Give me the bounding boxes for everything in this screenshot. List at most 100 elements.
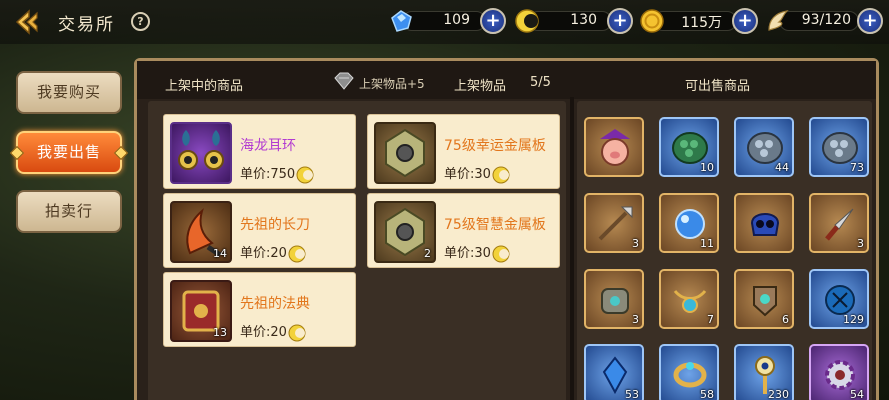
vip-diamond-icon: [334, 72, 354, 90]
codex-icon: 13: [170, 280, 232, 342]
listed-count-label: 上架物品: [454, 79, 507, 94]
sellable-slot[interactable]: 73: [809, 117, 869, 177]
item-quantity: 7: [707, 313, 714, 326]
listing-card[interactable]: 13 先祖的法典 单价:20: [163, 272, 356, 347]
item-quantity: 129: [843, 313, 864, 326]
price-value: 20: [270, 325, 287, 340]
sellable-items-title: 可出售商品: [685, 79, 751, 94]
blue-skull-icon: [750, 213, 780, 236]
long-blade-icon: 14: [170, 201, 232, 263]
resource-stamina: 93/120 +: [765, 8, 883, 34]
tab-auction[interactable]: 拍卖行: [16, 190, 122, 233]
listing-card[interactable]: 75级幸运金属板 单价:30: [367, 114, 560, 189]
resource-crescent: 130 +: [514, 8, 633, 34]
item-quantity: 3: [632, 237, 639, 250]
sellable-slot[interactable]: 3: [584, 269, 644, 329]
sellable-slot[interactable]: [584, 117, 644, 177]
item-quantity: 3: [632, 313, 639, 326]
item-quantity: 11: [700, 237, 714, 250]
add-stamina-button[interactable]: +: [857, 8, 883, 34]
sellable-slot[interactable]: 58: [659, 344, 719, 400]
listing-card[interactable]: 2 75级智慧金属板 单价:30: [367, 193, 560, 268]
sellable-slot[interactable]: 54: [809, 344, 869, 400]
item-quantity: 14: [213, 247, 227, 260]
metal-plate-icon: [374, 122, 436, 184]
add-gold-button[interactable]: +: [732, 8, 758, 34]
sellable-slot[interactable]: 7: [659, 269, 719, 329]
item-quantity: 3: [857, 237, 864, 250]
resource-value: 130: [570, 12, 597, 28]
resource-value: 93/120: [801, 12, 851, 28]
item-name: 先祖的长刀: [240, 217, 310, 233]
add-diamond-button[interactable]: +: [480, 8, 506, 34]
add-crescent-button[interactable]: +: [607, 8, 633, 34]
sellable-slot[interactable]: 11: [659, 193, 719, 253]
item-price: 单价:750: [240, 163, 314, 184]
item-price: 单价:20: [240, 321, 306, 342]
back-arrow-icon[interactable]: [12, 8, 40, 36]
sellable-slot[interactable]: 53: [584, 344, 644, 400]
crescent-coin-icon: [288, 324, 306, 341]
price-label: 单价:: [444, 167, 475, 182]
item-quantity: 54: [850, 388, 864, 400]
trade-panel: 上架中的商品 上架物品+5 上架物品 5/5 可出售商品 海龙耳环 单价:750: [134, 58, 879, 400]
price-value: 30: [474, 167, 491, 182]
item-quantity: 73: [850, 161, 864, 174]
panel-divider: [570, 97, 574, 400]
earring-icon: [170, 122, 232, 184]
item-name: 75级幸运金属板: [444, 138, 546, 154]
wing-icon: [768, 10, 789, 31]
sellable-slot[interactable]: 230: [734, 344, 794, 400]
sellable-slot[interactable]: 6: [734, 269, 794, 329]
item-name: 75级智慧金属板: [444, 217, 546, 233]
price-value: 30: [474, 246, 491, 261]
item-quantity: 10: [700, 161, 714, 174]
price-value: 20: [270, 246, 287, 261]
top-bar: 交易所 ? 109 + 130 + 115万 + 93/120 +: [0, 0, 889, 44]
help-icon[interactable]: ?: [131, 12, 150, 31]
listed-items-title: 上架中的商品: [165, 79, 244, 94]
item-name: 海龙耳环: [240, 138, 296, 154]
tab-sell[interactable]: 我要出售: [9, 131, 129, 174]
listing-card[interactable]: 14 先祖的长刀 单价:20: [163, 193, 356, 268]
crescent-coin-icon: [288, 245, 306, 262]
crescent-coin-icon: [515, 9, 539, 33]
listing-area: 海龙耳环 单价:750 75级幸运金属板 单价:30 14 先祖的长刀 单价:2…: [148, 101, 566, 400]
item-quantity: 13: [213, 326, 227, 339]
sellable-slot[interactable]: 129: [809, 269, 869, 329]
crescent-coin-icon: [492, 245, 510, 262]
tab-label: 拍卖行: [44, 202, 93, 220]
metal-plate-icon: 2: [374, 201, 436, 263]
resource-gold: 115万 +: [639, 8, 758, 34]
page-title: 交易所: [58, 15, 115, 35]
vip-bonus-label: 上架物品+5: [359, 77, 425, 91]
panel-header: [137, 61, 876, 99]
pig-hat-icon: [600, 129, 630, 166]
item-quantity: 53: [625, 388, 639, 400]
item-quantity: 230: [768, 388, 789, 400]
item-quantity: 44: [775, 161, 789, 174]
price-label: 单价:: [240, 246, 271, 261]
tab-buy[interactable]: 我要购买: [16, 71, 122, 114]
item-price: 单价:20: [240, 242, 306, 263]
gem-ornament-icon: [113, 145, 129, 161]
item-price: 单价:30: [444, 242, 510, 263]
sellable-slot[interactable]: [734, 193, 794, 253]
item-quantity: 6: [782, 313, 789, 326]
resource-diamond: 109 +: [388, 8, 506, 34]
sellable-slot[interactable]: 44: [734, 117, 794, 177]
gem-ornament-icon: [9, 145, 25, 161]
crescent-coin-icon: [492, 166, 510, 183]
listing-card[interactable]: 海龙耳环 单价:750: [163, 114, 356, 189]
resource-value: 109: [443, 12, 470, 28]
price-label: 单价:: [240, 325, 271, 340]
item-quantity: 2: [424, 247, 431, 260]
resource-value: 115万: [681, 15, 722, 31]
item-price: 单价:30: [444, 163, 510, 184]
sellable-slot[interactable]: 3: [809, 193, 869, 253]
sellable-slot[interactable]: 3: [584, 193, 644, 253]
crescent-coin-icon: [296, 166, 314, 183]
price-value: 750: [270, 167, 296, 182]
price-label: 单价:: [444, 246, 475, 261]
sellable-slot[interactable]: 10: [659, 117, 719, 177]
